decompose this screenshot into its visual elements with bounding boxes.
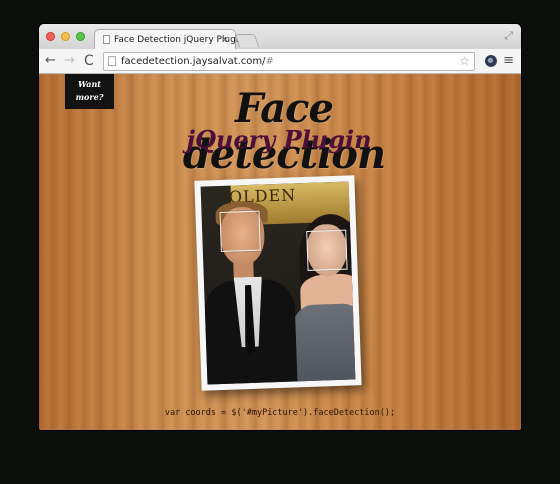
- face-detection-box: [219, 210, 261, 252]
- address-bar[interactable]: facedetection.jaysalvat.com/# ☆: [103, 52, 475, 71]
- want-more-label-2: more?: [75, 92, 104, 102]
- active-tab[interactable]: Face Detection jQuery Plugin ×: [94, 29, 244, 50]
- maximize-dot-icon[interactable]: [76, 32, 85, 41]
- want-more-label-1: Want: [78, 79, 101, 89]
- tab-close-icon[interactable]: ×: [221, 30, 229, 50]
- star-icon[interactable]: ☆: [459, 53, 470, 70]
- url-hash: #: [265, 56, 274, 67]
- url-host: facedetection.jaysalvat.com/: [121, 56, 266, 67]
- page-icon: [108, 56, 116, 66]
- want-more-button[interactable]: Want more?: [65, 74, 114, 109]
- reload-button[interactable]: C: [84, 52, 94, 70]
- forward-button[interactable]: →: [64, 52, 75, 70]
- close-dot-icon[interactable]: [46, 32, 55, 41]
- fullscreen-icon[interactable]: ⤢: [504, 29, 513, 43]
- url-text[interactable]: facedetection.jaysalvat.com/#: [121, 53, 274, 70]
- woman-dress: [290, 302, 356, 385]
- title-bar: Face Detection jQuery Plugin × ⤢: [39, 24, 521, 50]
- menu-icon[interactable]: ≡: [503, 52, 514, 70]
- back-button[interactable]: ←: [45, 52, 56, 70]
- extension-icon[interactable]: [485, 55, 497, 67]
- new-tab-button[interactable]: [234, 34, 260, 47]
- code-sample: var coords = $('#myPicture').faceDetecti…: [164, 408, 396, 418]
- page-icon: [103, 35, 110, 44]
- minimize-dot-icon[interactable]: [61, 32, 70, 41]
- browser-window: Face Detection jQuery Plugin × ⤢ ← → C f…: [39, 24, 521, 430]
- toolbar: ← → C facedetection.jaysalvat.com/# ☆ ≡: [39, 49, 521, 74]
- page-subtitle: jQuery Plugin: [186, 125, 372, 154]
- page-content: Want more? Face detection jQuery Plugin …: [39, 74, 521, 430]
- face-detection-box: [306, 229, 348, 271]
- photo-image: OLDEN: [200, 181, 356, 385]
- demo-photo: OLDEN: [194, 175, 362, 391]
